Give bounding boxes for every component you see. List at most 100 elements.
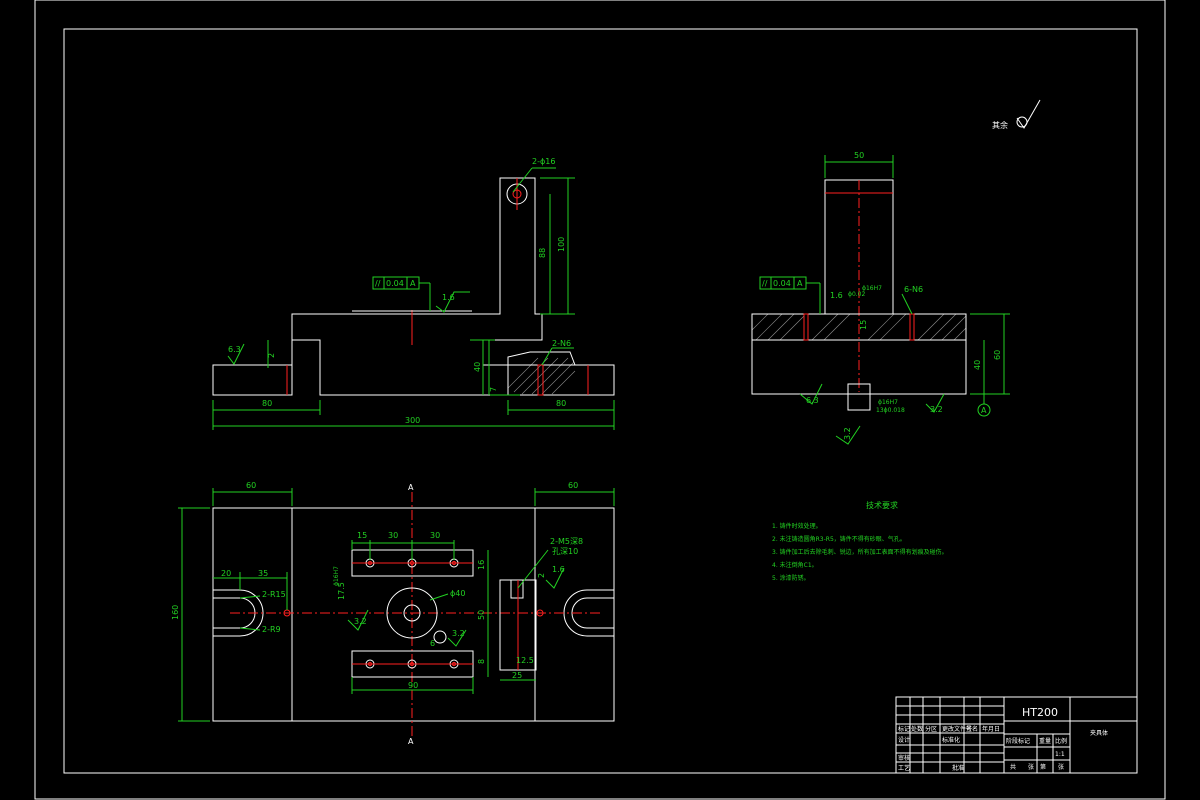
side-dimensions	[824, 155, 1010, 395]
front-hole-leader	[512, 167, 533, 193]
front-dim-100: 100	[557, 237, 566, 252]
side-roughness-6-3: 6.3	[806, 396, 819, 405]
title-cell-12: 重量	[1039, 737, 1051, 745]
title-cell-0: 标记	[898, 725, 910, 733]
front-slot-label: 2-N6	[552, 339, 571, 348]
top-dim-2: 2	[537, 573, 546, 578]
side-slot-note: 6-N6	[904, 285, 923, 294]
top-note-3-2a: 3.2	[354, 617, 367, 626]
front-roughness-6-3: 6.3	[228, 345, 241, 354]
top-dim-50: 50	[477, 610, 486, 620]
front-view: 80 300 80 88 100 40 2 7 2-ϕ16 2-N6 // 0.…	[212, 157, 615, 430]
title-cell-15: 张	[1028, 763, 1034, 771]
title-cell-5: 年月日	[982, 725, 1000, 733]
top-view: A A 60 60 160 20 35 15 30 30 16 50 8 90 …	[171, 481, 615, 746]
side-tol-value: 0.04	[773, 279, 791, 288]
side-bottom-label-1: ϕ16H7	[878, 399, 898, 406]
top-dim-25: 25	[512, 671, 522, 680]
top-dim-15: 15	[357, 531, 367, 540]
front-dim-40: 40	[473, 362, 482, 372]
front-tol-symbol: //	[375, 279, 381, 288]
front-dim-7: 7	[489, 387, 498, 392]
side-tol-datum: A	[797, 279, 803, 288]
tech-req-4: 4. 未注倒角C1。	[772, 561, 818, 569]
top-note-m5: 2-M5深8	[550, 537, 583, 546]
front-hole-label: 2-ϕ16	[532, 157, 555, 166]
top-dim-8: 8	[477, 659, 486, 664]
side-roughness-3-2b: 3.2	[930, 405, 943, 414]
title-cell-18: 1:1	[1055, 751, 1065, 758]
front-dim-right-80: 80	[556, 399, 566, 408]
general-roughness-note: 其余	[992, 99, 1041, 130]
outer-border	[34, 0, 1166, 800]
top-dim-160: 160	[171, 605, 180, 620]
side-datum-label: A	[981, 406, 987, 415]
front-hatch	[507, 357, 576, 395]
top-pin-hole	[433, 630, 447, 644]
top-note-1-6: 1.6	[552, 565, 565, 574]
top-note-r9: 2-R9	[262, 625, 281, 634]
top-right-slot	[510, 579, 524, 599]
front-dim-2: 2	[267, 353, 276, 358]
front-dim-88: 88	[538, 248, 547, 258]
front-right-base	[482, 364, 615, 396]
side-dim-60: 60	[993, 350, 1002, 360]
top-dim-right-60: 60	[568, 481, 578, 490]
top-dim-30a: 30	[388, 531, 398, 540]
tech-req-2: 2. 未注铸造圆角R3-R5，铸件不得有砂眼、气孔。	[772, 535, 906, 543]
tech-req-5: 5. 涂漆防锈。	[772, 574, 810, 582]
front-slot-red	[537, 364, 544, 396]
title-material: HT200	[1022, 706, 1058, 719]
title-cell-17: 张	[1058, 763, 1064, 771]
roughness-other-label: 其余	[992, 120, 1008, 130]
top-dim-20: 20	[221, 569, 231, 578]
top-dim-90: 90	[408, 681, 418, 690]
side-hole-pos: ϕ0.02	[848, 291, 866, 298]
title-part-name: 夹具体	[1090, 729, 1108, 737]
top-note-depth: 孔深10	[552, 547, 578, 556]
side-dim-40: 40	[973, 360, 982, 370]
title-cell-7: 审核	[898, 754, 910, 762]
title-cell-6: 设计	[898, 736, 910, 744]
title-cell-2: 分区	[925, 725, 937, 733]
tech-req-title: 技术要求	[866, 500, 898, 510]
drawing-canvas: 其余 80 300 80 88 100 40 2 7 2-ϕ16 2-N6 //…	[34, 0, 1166, 800]
title-cell-8: 工艺	[898, 764, 910, 772]
title-cell-11: 阶段标记	[1006, 737, 1030, 745]
title-cell-9: 标准化	[942, 736, 960, 744]
top-note-r15: 2-R15	[262, 590, 286, 599]
title-cell-14: 共	[1010, 763, 1016, 771]
top-note-3-2b: 3.2	[452, 629, 465, 638]
top-dim-30b: 30	[430, 531, 440, 540]
roughness-symbol-icon	[1016, 99, 1041, 129]
top-dim-16: 16	[477, 560, 486, 570]
tech-requirements: 技术要求 1. 铸件时效处理。 2. 未注铸造圆角R3-R5，铸件不得有砂眼、气…	[772, 500, 948, 582]
front-roughness-1-6: 1.6	[442, 293, 455, 302]
front-dim-300: 300	[405, 416, 420, 425]
side-tolerance-frame: // 0.04 A	[759, 276, 821, 314]
tech-req-3: 3. 铸件加工后去除毛刺、锐边，所有加工表面不得有划痕及碰伤。	[772, 548, 948, 556]
title-cell-10: 批准	[952, 764, 964, 772]
front-tol-value: 0.04	[386, 279, 404, 288]
top-note-d16h7: ϕ16H7	[333, 566, 340, 586]
side-bottom-label-2: 13ϕ0.018	[876, 407, 905, 414]
top-note-d40: ϕ40	[450, 589, 465, 598]
top-dim-6: 6	[430, 639, 435, 648]
top-section-a-top: A	[408, 483, 414, 492]
front-slot-block	[507, 351, 576, 395]
tech-req-1: 1. 铸件时效处理。	[772, 522, 822, 530]
side-tol-symbol: //	[762, 279, 768, 288]
title-cell-1: 处数	[911, 725, 923, 733]
top-dim-left-60: 60	[246, 481, 256, 490]
side-dim-15: 15	[859, 320, 868, 330]
side-roughness-3-2a: 3.2	[843, 427, 852, 440]
side-slot-left	[803, 313, 809, 341]
side-roughness-1-6: 1.6	[830, 291, 843, 300]
side-view: 50 60 40 15 // 0.04 A 6-N6 ϕ16H7 ϕ0.02 1…	[751, 151, 1010, 445]
top-dim-35: 35	[258, 569, 268, 578]
side-slot-right	[909, 313, 915, 341]
top-dim-12-5: 12.5	[516, 656, 534, 665]
front-slot-leader	[541, 347, 553, 366]
front-tol-datum: A	[410, 279, 416, 288]
title-cell-16: 第	[1040, 763, 1046, 771]
